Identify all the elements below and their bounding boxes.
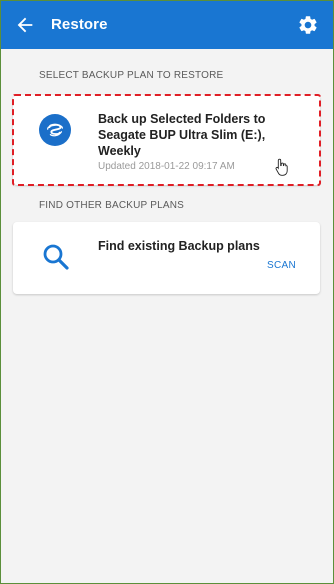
gear-icon (299, 16, 317, 34)
hand-cursor-icon (275, 158, 288, 176)
seagate-logo-icon (39, 114, 71, 146)
find-backup-plans-card[interactable]: Find existing Backup plans SCAN (13, 222, 320, 294)
find-backup-plans-label: Find existing Backup plans (98, 239, 260, 253)
select-plan-section-label: SELECT BACKUP PLAN TO RESTORE (39, 70, 224, 81)
backup-plan-updated: Updated 2018-01-22 09:17 AM (98, 161, 235, 172)
back-button[interactable] (11, 11, 39, 39)
find-plans-section-label: FIND OTHER BACKUP PLANS (39, 200, 185, 211)
backup-plan-name: Back up Selected Folders to Seagate BUP … (98, 112, 266, 158)
scan-button[interactable]: SCAN (267, 260, 296, 271)
arrow-left-icon (17, 17, 33, 33)
search-icon (43, 244, 69, 270)
page-title: Restore (51, 16, 108, 33)
app-bar: Restore (1, 1, 333, 49)
backup-plan-card[interactable]: Back up Selected Folders to Seagate BUP … (12, 94, 321, 186)
app-window: Restore SELECT BACKUP PLAN TO RESTORE Ba… (0, 0, 334, 584)
settings-button[interactable] (295, 12, 321, 38)
